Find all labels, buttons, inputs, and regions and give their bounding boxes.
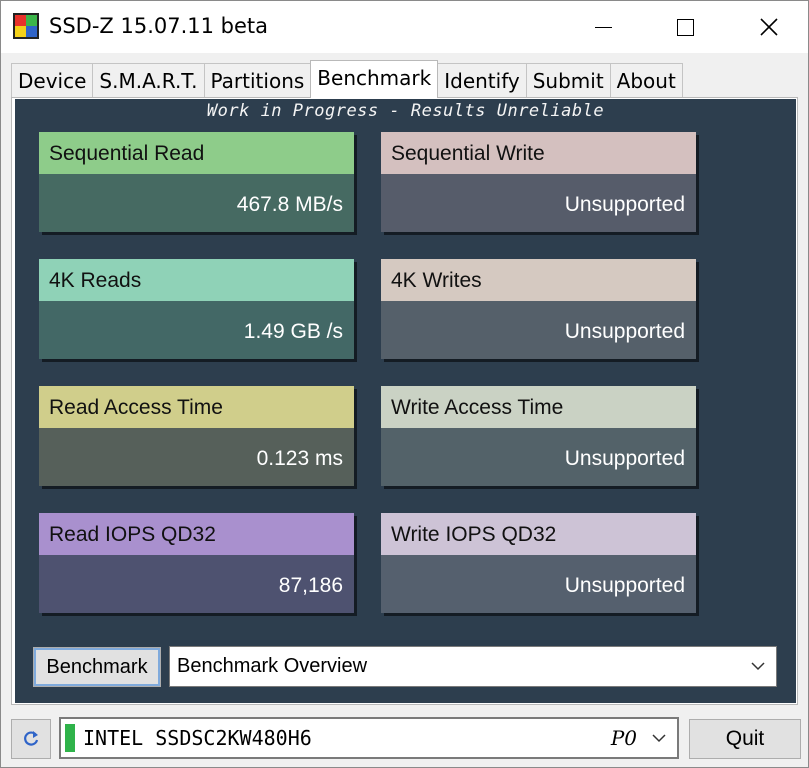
read-iops-card: Read IOPS QD32 87,186 xyxy=(39,513,354,613)
drive-select[interactable]: INTEL SSDSC2KW480H6 P0 xyxy=(59,717,679,759)
write-access-time-card: Write Access Time Unsupported xyxy=(381,386,696,486)
tab-benchmark[interactable]: Benchmark xyxy=(310,60,439,98)
card-value: Unsupported xyxy=(381,555,696,613)
card-label: 4K Writes xyxy=(381,259,696,301)
maximize-icon xyxy=(676,18,694,36)
drive-port: P0 xyxy=(610,726,637,750)
card-label: Write IOPS QD32 xyxy=(381,513,696,555)
tab-partitions[interactable]: Partitions xyxy=(203,63,312,97)
sequential-read-card: Sequential Read 467.8 MB/s xyxy=(39,132,354,232)
minimize-button[interactable] xyxy=(573,1,633,53)
close-icon xyxy=(760,18,778,36)
warning-banner: Work in Progress - Results Unreliable xyxy=(206,101,605,121)
card-label: Write Access Time xyxy=(381,386,696,428)
card-label: 4K Reads xyxy=(39,259,354,301)
refresh-button[interactable] xyxy=(11,719,51,759)
4k-writes-card: 4K Writes Unsupported xyxy=(381,259,696,359)
sequential-write-card: Sequential Write Unsupported xyxy=(381,132,696,232)
benchmark-mode-value: Benchmark Overview xyxy=(177,655,368,677)
drive-name: INTEL SSDSC2KW480H6 xyxy=(83,726,312,750)
tab-strip: Device S.M.A.R.T. Partitions Benchmark I… xyxy=(11,60,683,98)
quit-button[interactable]: Quit xyxy=(689,719,801,759)
chevron-down-icon xyxy=(750,647,766,701)
card-label: Read Access Time xyxy=(39,386,354,428)
app-window: SSD-Z 15.07.11 beta Device S.M.A.R.T. Pa… xyxy=(0,0,809,768)
benchmark-mode-select[interactable]: Benchmark Overview xyxy=(169,646,777,687)
tab-device[interactable]: Device xyxy=(11,63,94,97)
drive-status-indicator xyxy=(65,724,75,752)
card-value: Unsupported xyxy=(381,428,696,486)
card-value: Unsupported xyxy=(381,301,696,359)
window-title: SSD-Z 15.07.11 beta xyxy=(49,14,269,38)
card-value: 1.49 GB /s xyxy=(39,301,354,359)
tab-identify[interactable]: Identify xyxy=(437,63,527,97)
ssdz-app-icon xyxy=(13,13,39,39)
benchmark-button[interactable]: Benchmark xyxy=(33,647,161,687)
write-iops-card: Write IOPS QD32 Unsupported xyxy=(381,513,696,613)
card-label: Sequential Read xyxy=(39,132,354,174)
card-value: 0.123 ms xyxy=(39,428,354,486)
minimize-icon xyxy=(594,26,612,28)
title-bar: SSD-Z 15.07.11 beta xyxy=(1,1,808,53)
chevron-down-icon xyxy=(651,719,667,768)
refresh-icon xyxy=(24,731,39,746)
card-value: Unsupported xyxy=(381,174,696,232)
card-value: 87,186 xyxy=(39,555,354,613)
tab-smart[interactable]: S.M.A.R.T. xyxy=(92,63,205,97)
card-label: Sequential Write xyxy=(381,132,696,174)
card-label: Read IOPS QD32 xyxy=(39,513,354,555)
maximize-button[interactable] xyxy=(655,1,715,53)
card-value: 467.8 MB/s xyxy=(39,174,354,232)
4k-reads-card: 4K Reads 1.49 GB /s xyxy=(39,259,354,359)
benchmark-panel: Work in Progress - Results Unreliable Se… xyxy=(15,99,796,703)
close-button[interactable] xyxy=(739,1,799,53)
tab-submit[interactable]: Submit xyxy=(525,63,611,97)
tab-about[interactable]: About xyxy=(609,63,683,97)
read-access-time-card: Read Access Time 0.123 ms xyxy=(39,386,354,486)
